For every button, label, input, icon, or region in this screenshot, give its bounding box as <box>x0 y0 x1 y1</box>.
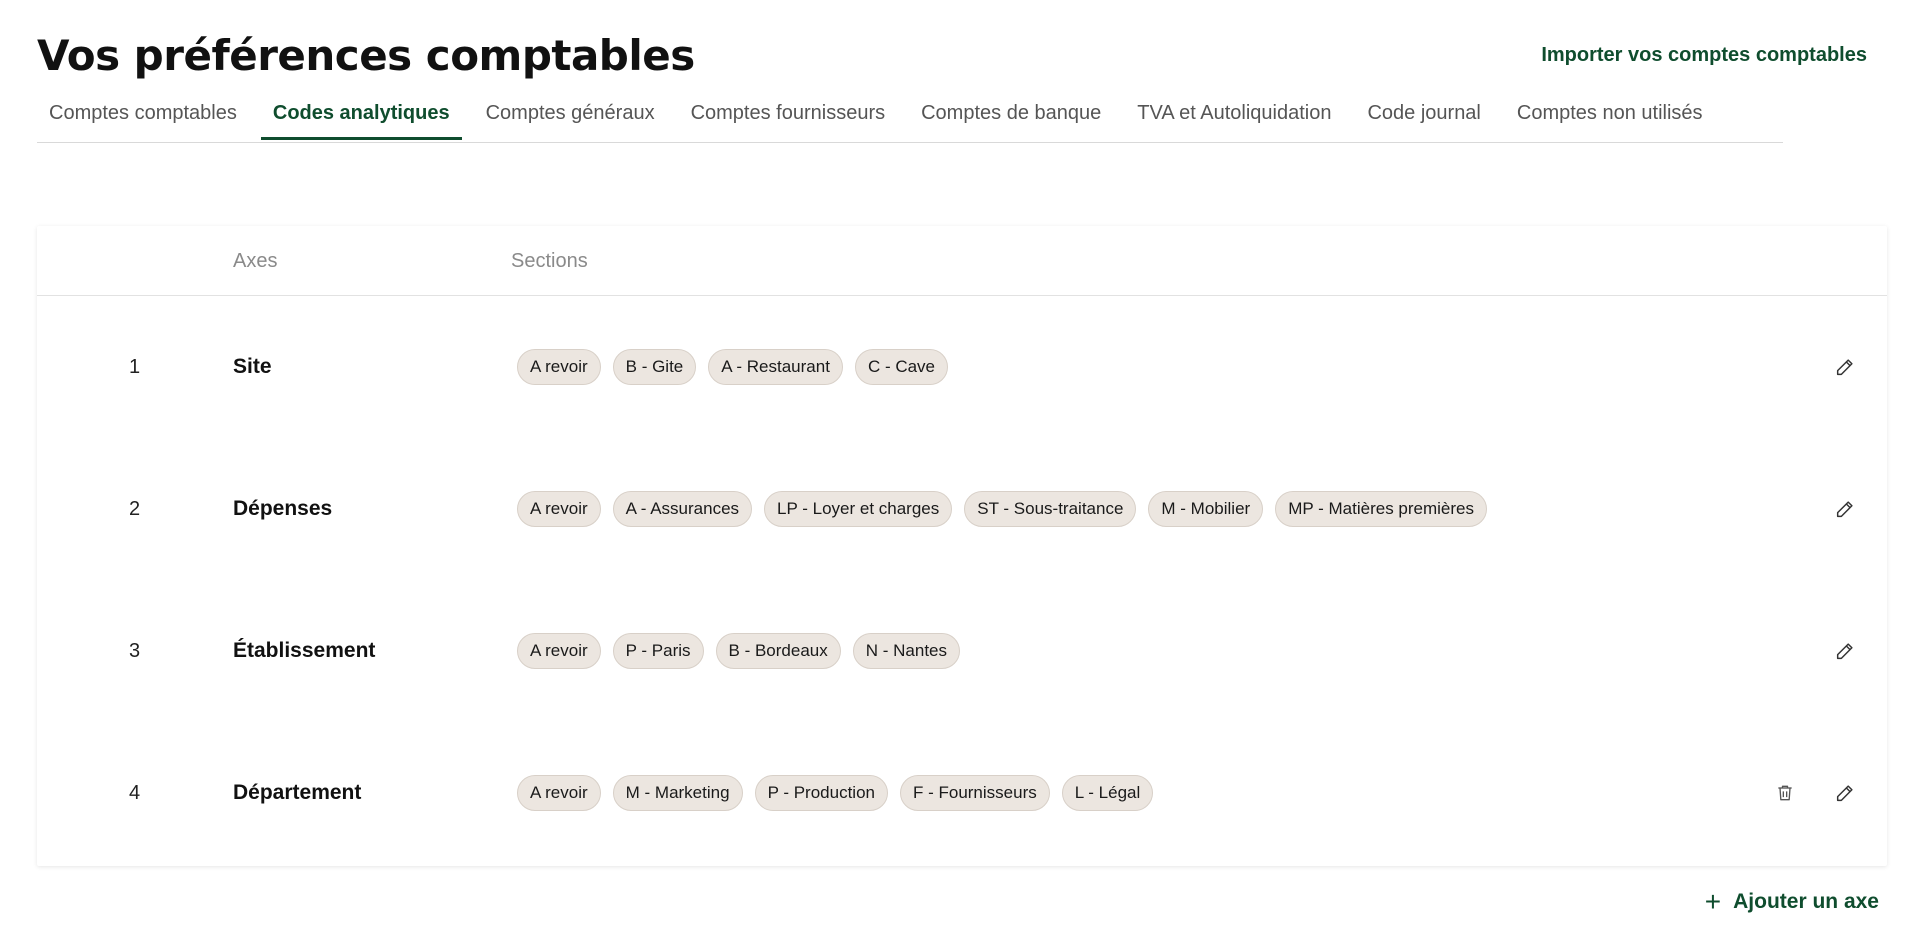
analytic-codes-table: Axes Sections 1 Site A revoir B - Gite A - R… <box>37 226 1887 866</box>
section-chips: A revoir P - Paris B - Bordeaux N - Nantes <box>517 580 960 722</box>
axis-name: Site <box>233 355 272 378</box>
page-title: Vos préférences comptables <box>37 31 695 80</box>
tab-codes-analytiques[interactable]: Codes analytiques <box>260 90 462 140</box>
tab-tva-autoliquidation[interactable]: TVA et Autoliquidation <box>1125 90 1343 140</box>
page-header: Vos préférences comptables Importer vos … <box>37 28 1867 88</box>
row-actions <box>1773 722 1857 864</box>
axis-number: 3 <box>129 639 141 662</box>
axis-number: 2 <box>129 497 141 520</box>
column-header-sections: Sections <box>511 250 588 272</box>
trash-icon[interactable] <box>1773 781 1797 805</box>
tab-comptes-non-utilises[interactable]: Comptes non utilisés <box>1505 90 1715 140</box>
column-header-axes: Axes <box>233 250 278 272</box>
row-actions <box>1833 438 1857 580</box>
section-chip: N - Nantes <box>852 633 960 669</box>
section-chip: MP - Matières premières <box>1275 491 1487 527</box>
table-row: 1 Site A revoir B - Gite A - Restaurant C - C… <box>37 296 1887 438</box>
section-chip: F - Fournisseurs <box>899 775 1050 811</box>
section-chip: A revoir <box>517 491 601 527</box>
section-chip: A revoir <box>517 349 601 385</box>
table-row: 3 Établissement A revoir P - Paris B - Borde… <box>37 580 1887 722</box>
section-chip: A revoir <box>517 775 601 811</box>
tab-comptes-fournisseurs[interactable]: Comptes fournisseurs <box>679 90 898 140</box>
axis-name: Dépenses <box>233 497 333 520</box>
pencil-icon[interactable] <box>1833 781 1857 805</box>
section-chip: A revoir <box>517 633 601 669</box>
table-row: 4 Département A revoir M - Marketing P - Pro… <box>37 722 1887 864</box>
tab-comptes-generaux[interactable]: Comptes généraux <box>474 90 667 140</box>
tab-comptes-de-banque[interactable]: Comptes de banque <box>909 90 1113 140</box>
section-chip: B - Bordeaux <box>715 633 841 669</box>
axis-number: 4 <box>129 781 141 804</box>
section-chips: A revoir M - Marketing P - Production F - F… <box>517 722 1154 864</box>
pencil-icon[interactable] <box>1833 639 1857 663</box>
row-actions <box>1833 580 1857 722</box>
axis-name: Établissement <box>233 639 376 662</box>
section-chips: A revoir B - Gite A - Restaurant C - Cave <box>517 296 949 438</box>
section-chip: M - Mobilier <box>1148 491 1264 527</box>
section-chip: A - Assurances <box>612 491 753 527</box>
pencil-icon[interactable] <box>1833 355 1857 379</box>
section-chip: P - Production <box>754 775 888 811</box>
section-chip: B - Gite <box>612 349 697 385</box>
table-header: Axes Sections <box>37 226 1887 296</box>
axis-name: Département <box>233 781 362 804</box>
add-axis-label: Ajouter un axe <box>1733 890 1879 913</box>
section-chip: L - Légal <box>1061 775 1154 811</box>
plus-icon: + <box>1704 886 1722 917</box>
add-axis-button[interactable]: + Ajouter un axe <box>1704 886 1879 917</box>
tab-code-journal[interactable]: Code journal <box>1355 90 1492 140</box>
section-chip: P - Paris <box>612 633 704 669</box>
section-chip: LP - Loyer et charges <box>764 491 953 527</box>
tab-bar: Comptes comptables Codes analytiques Com… <box>37 90 1783 143</box>
table-body: 1 Site A revoir B - Gite A - Restaurant C - C… <box>37 296 1887 864</box>
section-chip: ST - Sous-traitance <box>964 491 1137 527</box>
row-actions <box>1833 296 1857 438</box>
table-row: 2 Dépenses A revoir A - Assurances LP - Loye… <box>37 438 1887 580</box>
import-accounts-link[interactable]: Importer vos comptes comptables <box>1541 44 1867 67</box>
section-chips: A revoir A - Assurances LP - Loyer et char… <box>517 438 1487 580</box>
tab-comptes-comptables[interactable]: Comptes comptables <box>37 90 249 140</box>
axis-number: 1 <box>129 355 141 378</box>
pencil-icon[interactable] <box>1833 497 1857 521</box>
section-chip: A - Restaurant <box>708 349 843 385</box>
section-chip: C - Cave <box>854 349 949 385</box>
section-chip: M - Marketing <box>612 775 743 811</box>
